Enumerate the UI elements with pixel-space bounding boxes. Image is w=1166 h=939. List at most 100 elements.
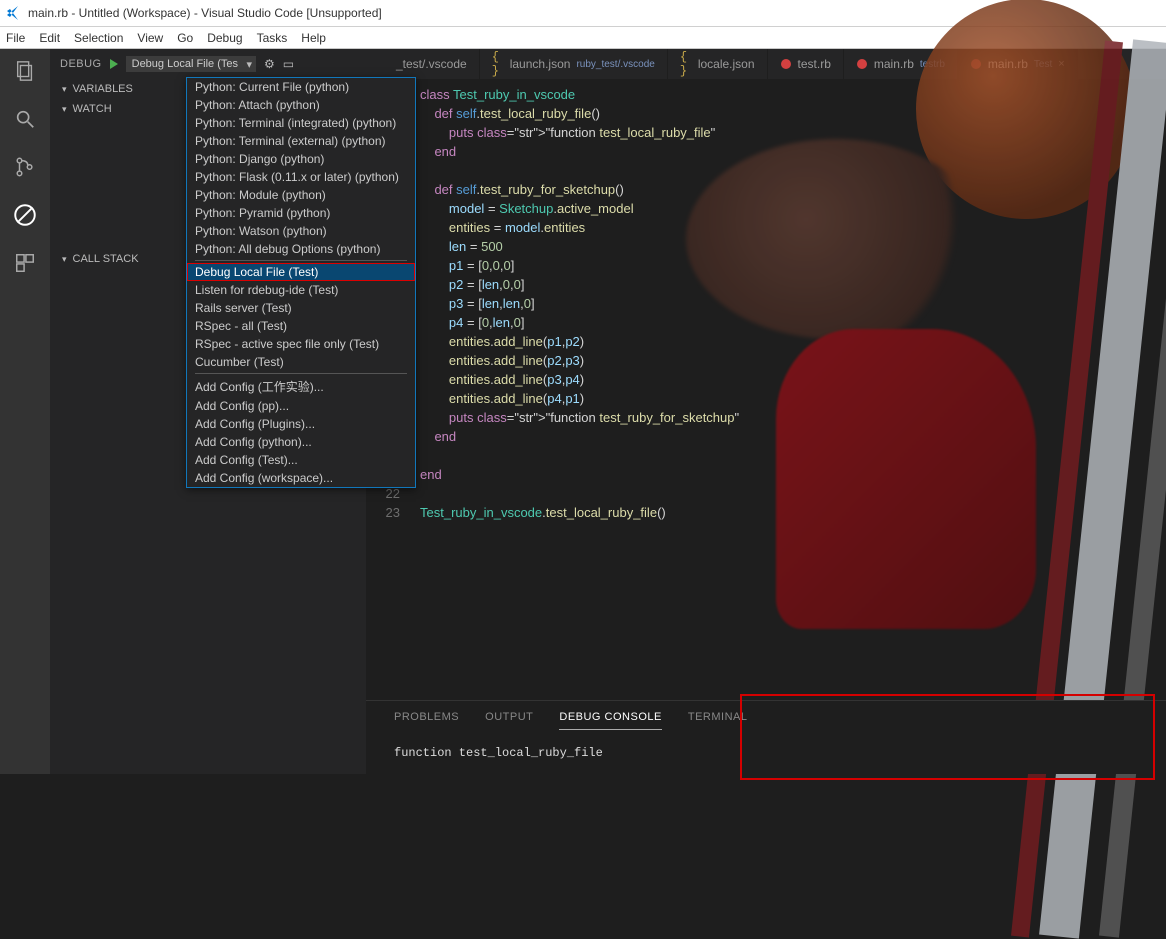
dropdown-item[interactable]: Python: Terminal (external) (python)	[187, 132, 415, 150]
code-line[interactable]: end	[420, 142, 739, 161]
debug-console-toggle-icon[interactable]: ▭	[283, 57, 294, 71]
code-line[interactable]	[420, 161, 739, 180]
code-line[interactable]: p2 = [len,0,0]	[420, 275, 739, 294]
menu-edit[interactable]: Edit	[39, 31, 60, 45]
code-line[interactable]: def self.test_local_ruby_file()	[420, 104, 739, 123]
search-icon[interactable]	[11, 105, 39, 133]
debug-icon[interactable]	[11, 201, 39, 229]
tab-label: _test/.vscode	[396, 57, 467, 71]
dropdown-item[interactable]: Debug Local File (Test)	[187, 263, 415, 281]
dropdown-item[interactable]: Add Config (Plugins)...	[187, 415, 415, 433]
menu-go[interactable]: Go	[177, 31, 193, 45]
code-line[interactable]: p1 = [0,0,0]	[420, 256, 739, 275]
debug-config-dropdown[interactable]: Python: Current File (python)Python: Att…	[186, 77, 416, 488]
dropdown-item[interactable]: Add Config (workspace)...	[187, 469, 415, 487]
dropdown-item[interactable]: Add Config (python)...	[187, 433, 415, 451]
editor-tab[interactable]: _test/.vscode	[366, 49, 480, 79]
dropdown-item[interactable]: Python: Attach (python)	[187, 96, 415, 114]
source-control-icon[interactable]	[11, 153, 39, 181]
close-icon[interactable]: ×	[1058, 58, 1064, 70]
panel-tab[interactable]: PROBLEMS	[394, 711, 459, 730]
extensions-icon[interactable]	[11, 249, 39, 277]
panel-tab[interactable]: TERMINAL	[688, 711, 748, 730]
tab-label: test.rb	[798, 57, 831, 71]
tab-subtitle: testrb	[920, 59, 945, 70]
menu-bar: File Edit Selection View Go Debug Tasks …	[0, 27, 1166, 49]
code-line[interactable]: entities = model.entities	[420, 218, 739, 237]
editor[interactable]: 1234567891011121314151617181920212223 cl…	[366, 79, 1166, 700]
code-line[interactable]: def self.test_ruby_for_sketchup()	[420, 180, 739, 199]
code-line[interactable]: class Test_ruby_in_vscode	[420, 85, 739, 104]
code-line[interactable]: model = Sketchup.active_model	[420, 199, 739, 218]
menu-view[interactable]: View	[137, 31, 163, 45]
debug-sidebar: DEBUG Debug Local File (Tes ⚙ ▭ ▾ VARIAB…	[50, 49, 366, 774]
code-line[interactable]: Test_ruby_in_vscode.test_local_ruby_file…	[420, 503, 739, 522]
explorer-icon[interactable]	[11, 57, 39, 85]
debug-console-output: function test_local_ruby_file	[366, 740, 1166, 774]
menu-tasks[interactable]: Tasks	[257, 31, 288, 45]
panel-tab[interactable]: DEBUG CONSOLE	[559, 711, 661, 730]
ruby-icon	[970, 58, 982, 70]
editor-tab[interactable]: main.rb testrb	[844, 49, 958, 79]
dropdown-item[interactable]: Python: Module (python)	[187, 186, 415, 204]
code-line[interactable]: entities.add_line(p4,p1)	[420, 389, 739, 408]
debug-config-select[interactable]: Debug Local File (Tes	[126, 56, 256, 72]
tab-label: main.rb	[874, 57, 914, 71]
ruby-icon	[780, 58, 792, 70]
menu-debug[interactable]: Debug	[207, 31, 242, 45]
tab-subtitle: ruby_test/.vscode	[576, 59, 654, 70]
title-bar: main.rb - Untitled (Workspace) - Visual …	[0, 0, 1166, 27]
dropdown-item[interactable]: Add Config (pp)...	[187, 397, 415, 415]
code-line[interactable]: entities.add_line(p1,p2)	[420, 332, 739, 351]
file-icon	[378, 58, 390, 70]
code-line[interactable]: p4 = [0,len,0]	[420, 313, 739, 332]
code-line[interactable]: entities.add_line(p2,p3)	[420, 351, 739, 370]
code-line[interactable]: end	[420, 427, 739, 446]
dropdown-item[interactable]: Python: Django (python)	[187, 150, 415, 168]
dropdown-item[interactable]: Python: All debug Options (python)	[187, 240, 415, 258]
code-line[interactable]: puts class="str">"function test_ruby_for…	[420, 408, 739, 427]
code-line[interactable]	[420, 446, 739, 465]
code-line[interactable]: puts class="str">"function test_local_ru…	[420, 123, 739, 142]
tab-subtitle: Test	[1034, 59, 1052, 70]
menu-selection[interactable]: Selection	[74, 31, 123, 45]
dropdown-item[interactable]: Python: Watson (python)	[187, 222, 415, 240]
chevron-down-icon: ▾	[62, 254, 67, 265]
editor-tab[interactable]: test.rb	[768, 49, 844, 79]
chevron-down-icon: ▾	[62, 84, 67, 95]
dropdown-item[interactable]: Cucumber (Test)	[187, 353, 415, 371]
background-art	[726, 79, 1166, 700]
menu-help[interactable]: Help	[301, 31, 326, 45]
gear-icon[interactable]: ⚙	[264, 57, 275, 71]
dropdown-item[interactable]: Add Config (工作实验)...	[187, 376, 415, 397]
code-line[interactable]: len = 500	[420, 237, 739, 256]
code-area[interactable]: class Test_ruby_in_vscode def self.test_…	[410, 79, 739, 700]
dropdown-item[interactable]: Rails server (Test)	[187, 299, 415, 317]
dropdown-item[interactable]: Python: Pyramid (python)	[187, 204, 415, 222]
activity-bar	[0, 49, 50, 774]
code-line[interactable]: end	[420, 465, 739, 484]
editor-tab[interactable]: { }locale.json	[668, 49, 768, 79]
panel-tab[interactable]: OUTPUT	[485, 711, 533, 730]
dropdown-item[interactable]: Python: Terminal (integrated) (python)	[187, 114, 415, 132]
editor-tab[interactable]: { } launch.json ruby_test/.vscode	[480, 49, 668, 79]
menu-file[interactable]: File	[6, 31, 25, 45]
divider	[195, 260, 407, 261]
code-line[interactable]: entities.add_line(p3,p4)	[420, 370, 739, 389]
dropdown-item[interactable]: RSpec - active spec file only (Test)	[187, 335, 415, 353]
vscode-logo-icon	[6, 5, 22, 21]
editor-tab[interactable]: main.rb Test ×	[958, 49, 1078, 79]
start-debug-icon[interactable]	[110, 59, 118, 69]
dropdown-item[interactable]: Python: Current File (python)	[187, 78, 415, 96]
json-icon: { }	[680, 58, 692, 70]
dropdown-item[interactable]: Listen for rdebug-ide (Test)	[187, 281, 415, 299]
code-line[interactable]: p3 = [len,len,0]	[420, 294, 739, 313]
dropdown-item[interactable]: RSpec - all (Test)	[187, 317, 415, 335]
code-line[interactable]	[420, 484, 739, 503]
tab-label: main.rb	[988, 57, 1028, 71]
dropdown-item[interactable]: Add Config (Test)...	[187, 451, 415, 469]
tab-label: launch.json	[510, 57, 571, 71]
ruby-icon	[856, 58, 868, 70]
json-icon: { }	[492, 58, 504, 70]
dropdown-item[interactable]: Python: Flask (0.11.x or later) (python)	[187, 168, 415, 186]
